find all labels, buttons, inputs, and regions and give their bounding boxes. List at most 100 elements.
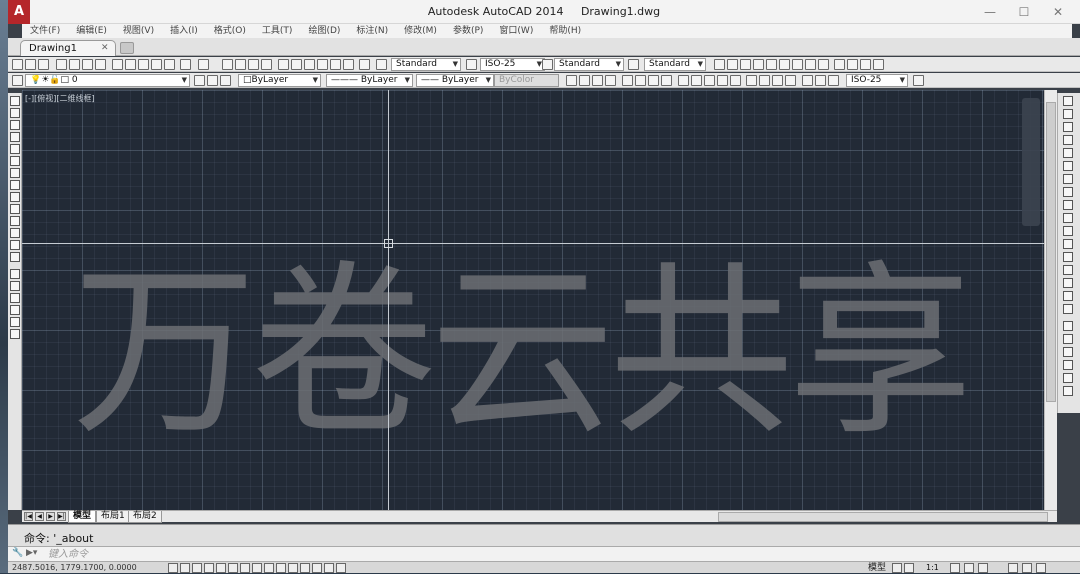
prev-layout-icon[interactable]: ◀: [35, 512, 44, 521]
hatch-icon[interactable]: [10, 269, 20, 279]
stretch-icon[interactable]: [1063, 200, 1073, 210]
mleader-style-icon[interactable]: [628, 59, 639, 70]
copy-icon[interactable]: [125, 59, 136, 70]
layerwalk-icon[interactable]: [873, 59, 884, 70]
dim-continue-icon[interactable]: [704, 75, 715, 86]
make-block-icon[interactable]: [10, 240, 20, 250]
dim-style-select[interactable]: ISO-25 ▼: [480, 58, 545, 71]
text-style-icon[interactable]: [376, 59, 387, 70]
dim-diameter-icon[interactable]: [648, 75, 659, 86]
toolpalettes-icon[interactable]: [304, 59, 315, 70]
spline-icon[interactable]: [10, 192, 20, 202]
insert-block-icon[interactable]: [10, 228, 20, 238]
menu-window[interactable]: 窗口(W): [491, 24, 541, 38]
annot-icon[interactable]: [805, 59, 816, 70]
copy-object-icon[interactable]: [1063, 109, 1073, 119]
break-icon[interactable]: [1063, 252, 1073, 262]
last-layout-icon[interactable]: ▶|: [57, 512, 66, 521]
make-current-icon[interactable]: [194, 75, 205, 86]
layout-tab-model[interactable]: 模型: [68, 511, 97, 523]
snap-icon[interactable]: [180, 563, 190, 573]
menu-modify[interactable]: 修改(M): [396, 24, 445, 38]
save-icon[interactable]: [38, 59, 49, 70]
dimtedit-icon[interactable]: [815, 75, 826, 86]
menu-dimension[interactable]: 标注(N): [348, 24, 396, 38]
pan-icon[interactable]: [222, 59, 233, 70]
dim-radius-icon[interactable]: [622, 75, 633, 86]
point-icon[interactable]: [10, 252, 20, 262]
next-layout-icon[interactable]: ▶: [46, 512, 55, 521]
arc-icon[interactable]: [10, 156, 20, 166]
layout-tab-1[interactable]: 布局1: [96, 511, 130, 523]
revcloud-icon[interactable]: [10, 180, 20, 190]
add-selected-icon[interactable]: [10, 329, 20, 339]
vertical-scroll-thumb[interactable]: [1046, 102, 1056, 402]
help-icon[interactable]: [359, 59, 370, 70]
rectangle-icon[interactable]: [10, 144, 20, 154]
3dprint-icon[interactable]: [95, 59, 106, 70]
rotate-icon[interactable]: [1063, 174, 1073, 184]
dim-jogged-icon[interactable]: [635, 75, 646, 86]
lwt-icon[interactable]: [288, 563, 298, 573]
polar-icon[interactable]: [216, 563, 226, 573]
qnew-icon[interactable]: [12, 59, 23, 70]
lock-icon[interactable]: [978, 563, 988, 573]
open-icon[interactable]: [25, 59, 36, 70]
polygon-icon[interactable]: [10, 132, 20, 142]
horizontal-scrollbar[interactable]: [718, 512, 1048, 522]
tab-close-icon[interactable]: ✕: [101, 41, 113, 56]
qp-icon[interactable]: [312, 563, 322, 573]
lineweight-select[interactable]: —— ByLayer ▼: [416, 74, 494, 87]
region-icon[interactable]: [10, 293, 20, 303]
layer-previous-icon[interactable]: [207, 75, 218, 86]
cut-icon[interactable]: [112, 59, 123, 70]
text-style-select[interactable]: Standard ▼: [391, 58, 461, 71]
table-style-select[interactable]: Standard ▼: [554, 58, 624, 71]
circle-icon[interactable]: [10, 168, 20, 178]
layer-icon[interactable]: [834, 59, 845, 70]
blockeditor-icon[interactable]: [164, 59, 175, 70]
customize-icon[interactable]: 🔧: [12, 548, 23, 558]
mleader-style-select[interactable]: Standard ▼: [644, 58, 706, 71]
plot-icon[interactable]: [56, 59, 67, 70]
menu-help[interactable]: 帮助(H): [541, 24, 589, 38]
sc-icon[interactable]: [324, 563, 334, 573]
break-point-icon[interactable]: [1063, 239, 1073, 249]
zoom-window-icon[interactable]: [248, 59, 259, 70]
am-icon[interactable]: [336, 563, 346, 573]
spell-icon[interactable]: [753, 59, 764, 70]
layer-properties-icon[interactable]: [12, 75, 23, 86]
menu-draw[interactable]: 绘图(D): [300, 24, 348, 38]
line-icon[interactable]: [10, 96, 20, 106]
otrack-icon[interactable]: [252, 563, 262, 573]
isolate-icon[interactable]: [1008, 563, 1018, 573]
draworder-front-icon[interactable]: [1063, 347, 1073, 357]
linetype-select[interactable]: ——— ByLayer ▼: [326, 74, 413, 87]
trim-icon[interactable]: [1063, 213, 1073, 223]
scale-icon[interactable]: [1063, 187, 1073, 197]
tolerance-icon[interactable]: [746, 75, 757, 86]
fillet-icon[interactable]: [1063, 291, 1073, 301]
paste-icon[interactable]: [138, 59, 149, 70]
dim-space-icon[interactable]: [717, 75, 728, 86]
redo-icon[interactable]: [198, 59, 209, 70]
menu-format[interactable]: 格式(O): [206, 24, 254, 38]
menu-parametric[interactable]: 参数(P): [445, 24, 491, 38]
command-input[interactable]: [48, 548, 448, 560]
hardware-accel-icon[interactable]: [1022, 563, 1032, 573]
draworder-icon[interactable]: [1063, 334, 1073, 344]
vertical-scrollbar[interactable]: [1044, 90, 1057, 510]
find-icon[interactable]: [740, 59, 751, 70]
color-select[interactable]: □ByLayer ▼: [238, 74, 321, 87]
menu-file[interactable]: 文件(F): [22, 24, 68, 38]
dim-aligned-icon[interactable]: [579, 75, 590, 86]
markup-icon[interactable]: [330, 59, 341, 70]
jogged-linear-icon[interactable]: [785, 75, 796, 86]
osnap-icon[interactable]: [228, 563, 238, 573]
designcenter-icon[interactable]: [291, 59, 302, 70]
dim-style-manager-icon[interactable]: [913, 75, 924, 86]
convert-icon[interactable]: [792, 59, 803, 70]
zoom-previous-icon[interactable]: [261, 59, 272, 70]
menu-view[interactable]: 视图(V): [115, 24, 162, 38]
workspace-icon[interactable]: [964, 563, 974, 573]
